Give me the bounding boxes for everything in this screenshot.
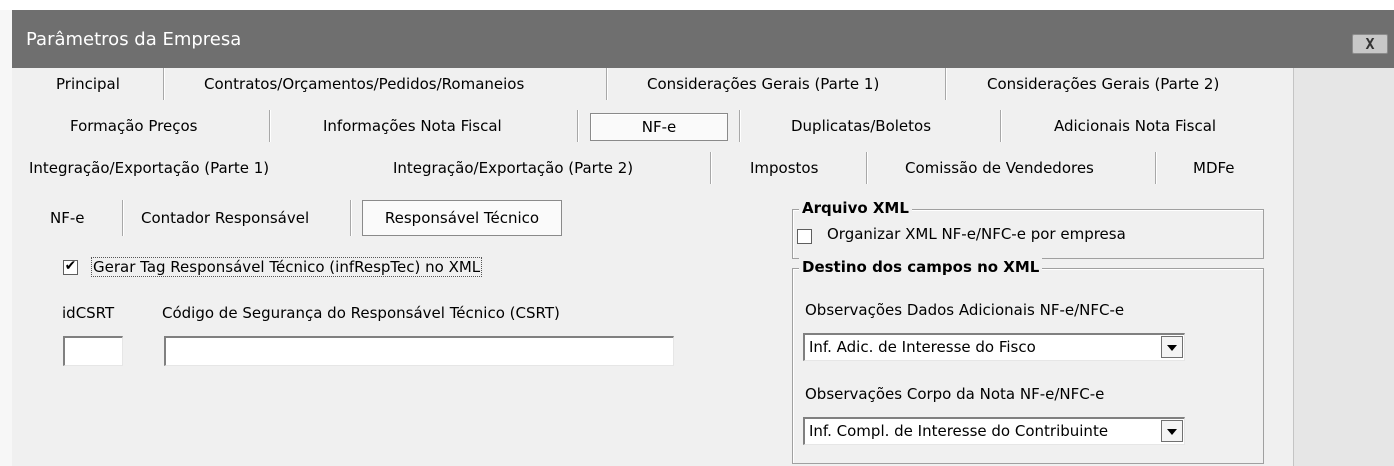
subtab-contador[interactable]: Contador Responsável — [141, 206, 309, 230]
tab-impostos[interactable]: Impostos — [750, 156, 818, 180]
subtab-responsavel-tecnico[interactable]: Responsável Técnico — [362, 200, 562, 236]
tab-comissao[interactable]: Comissão de Vendedores — [905, 156, 1094, 180]
destino-campos-title: Destino dos campos no XML — [799, 258, 1043, 276]
obs-corpo-dropdown-button[interactable] — [1161, 420, 1183, 442]
obs-adicionais-value: Inf. Adic. de Interesse do Fisco — [809, 338, 1036, 356]
tab-separator — [710, 152, 712, 184]
chevron-down-icon — [1167, 345, 1177, 351]
gerar-tag-label[interactable]: Gerar Tag Responsável Técnico (infRespTe… — [91, 257, 483, 277]
tab-separator — [739, 110, 741, 142]
gerar-tag-checkbox[interactable]: ✔ — [63, 258, 78, 275]
organizar-xml-checkbox[interactable] — [797, 229, 812, 244]
tab-mdfe[interactable]: MDFe — [1193, 156, 1235, 180]
chevron-down-icon — [1167, 429, 1177, 435]
checkmark-icon: ✔ — [64, 258, 77, 274]
subtab-separator — [122, 200, 124, 236]
tab-integracao-1[interactable]: Integração/Exportação (Parte 1) — [29, 156, 269, 180]
csrt-input[interactable] — [164, 336, 674, 366]
tab-integracao-2[interactable]: Integração/Exportação (Parte 2) — [393, 156, 633, 180]
tab-separator — [606, 68, 608, 100]
obs-corpo-value: Inf. Compl. de Interesse do Contribuinte — [809, 422, 1109, 440]
tab-separator — [866, 152, 868, 184]
csrt-label: Código de Segurança do Responsável Técni… — [162, 304, 560, 322]
obs-adicionais-dropdown-button[interactable] — [1161, 336, 1183, 358]
tab-separator — [1000, 110, 1002, 142]
idcsrt-input[interactable] — [63, 336, 123, 366]
tab-consideracoes-1[interactable]: Considerações Gerais (Parte 1) — [647, 72, 879, 96]
side-panel — [1293, 68, 1394, 466]
tab-separator — [163, 68, 165, 100]
tab-separator — [1155, 152, 1157, 184]
tab-informacoes-nf[interactable]: Informações Nota Fiscal — [323, 114, 502, 138]
title-bar: Parâmetros da Empresa X — [12, 10, 1394, 68]
tab-duplicatas[interactable]: Duplicatas/Boletos — [791, 114, 931, 138]
tab-adicionais-nf[interactable]: Adicionais Nota Fiscal — [1054, 114, 1216, 138]
organizar-xml-label[interactable]: Organizar XML NF-e/NFC-e por empresa — [827, 225, 1126, 243]
obs-adicionais-select[interactable]: Inf. Adic. de Interesse do Fisco — [803, 333, 1185, 361]
arquivo-xml-group: Arquivo XML Organizar XML NF-e/NFC-e por… — [792, 199, 1264, 259]
tab-separator — [577, 110, 579, 142]
tab-contratos[interactable]: Contratos/Orçamentos/Pedidos/Romaneios — [204, 72, 524, 96]
tab-row-1: Principal Contratos/Orçamentos/Pedidos/R… — [12, 68, 1293, 100]
tab-nfe[interactable]: NF-e — [590, 113, 728, 141]
tab-consideracoes-2[interactable]: Considerações Gerais (Parte 2) — [987, 72, 1219, 96]
subtab-separator — [350, 200, 352, 236]
tab-separator — [945, 68, 947, 100]
destino-campos-group: Destino dos campos no XML Observações Da… — [792, 258, 1264, 464]
tab-principal[interactable]: Principal — [56, 72, 120, 96]
obs-corpo-label: Observações Corpo da Nota NF-e/NFC-e — [805, 385, 1105, 403]
tab-row-3: Integração/Exportação (Parte 1) Integraç… — [12, 152, 1293, 184]
obs-corpo-select[interactable]: Inf. Compl. de Interesse do Contribuinte — [803, 417, 1185, 445]
tab-row-2: Formação Preços Informações Nota Fiscal … — [12, 110, 1293, 142]
subtab-nfe[interactable]: NF-e — [50, 206, 85, 230]
window-top-frame — [0, 0, 1394, 10]
window-left-edge — [0, 10, 12, 466]
tab-separator — [269, 110, 271, 142]
obs-adicionais-label: Observações Dados Adicionais NF-e/NFC-e — [805, 301, 1125, 319]
idcsrt-label: idCSRT — [62, 304, 115, 322]
close-button[interactable]: X — [1352, 34, 1388, 54]
arquivo-xml-title: Arquivo XML — [799, 199, 912, 217]
tab-formacao-precos[interactable]: Formação Preços — [70, 114, 197, 138]
window-title: Parâmetros da Empresa — [26, 29, 242, 50]
dialog-content: Principal Contratos/Orçamentos/Pedidos/R… — [12, 68, 1394, 466]
